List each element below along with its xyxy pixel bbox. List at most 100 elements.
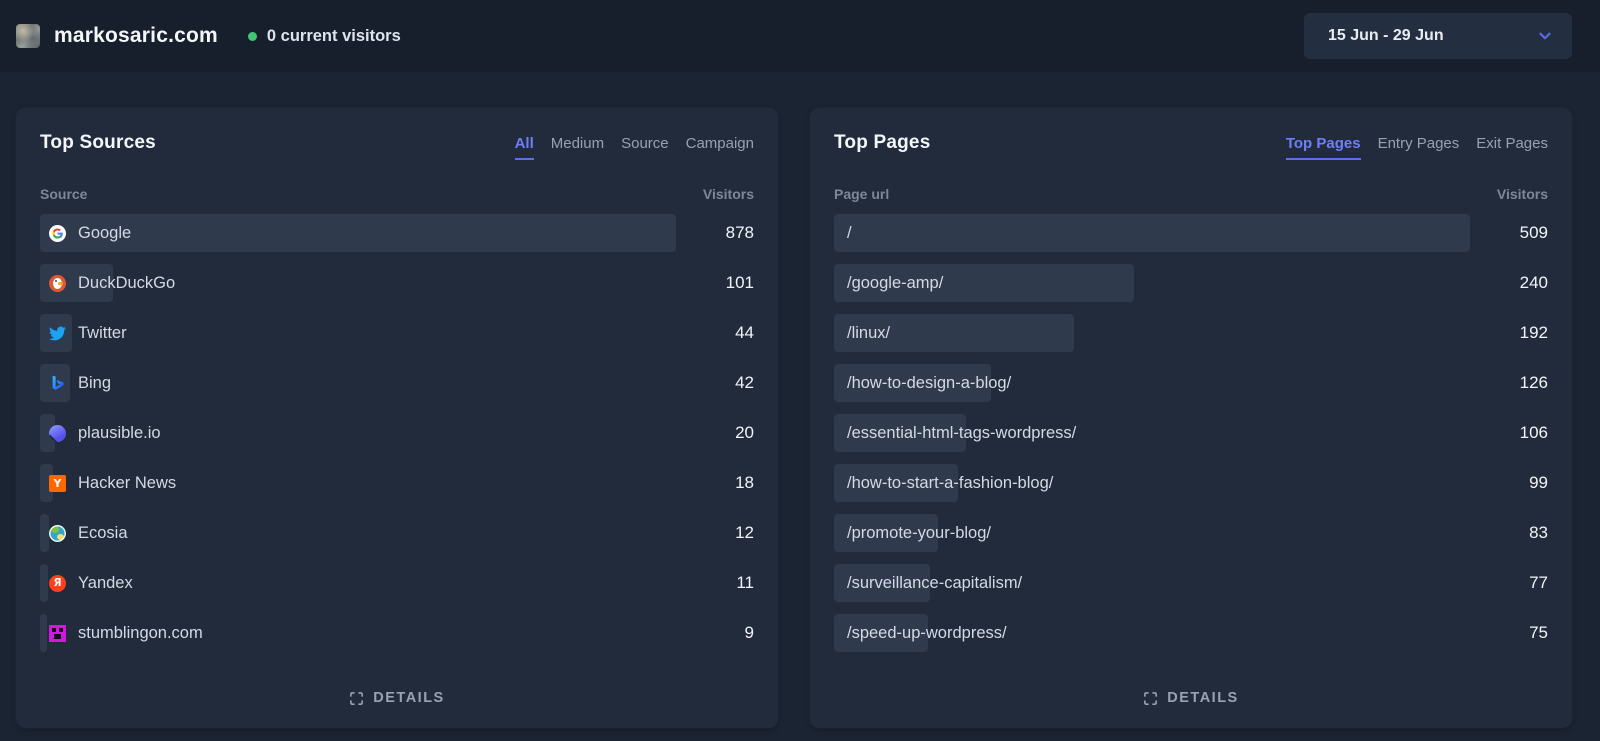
current-visitors-label: 0 current visitors (267, 27, 401, 46)
row-visitors-value: 106 (1520, 423, 1548, 443)
page-row[interactable]: /essential-html-tags-wordpress/106 (834, 414, 1548, 452)
row-label: plausible.io (40, 424, 161, 443)
tab-exit-pages[interactable]: Exit Pages (1476, 135, 1548, 160)
row-visitors-value: 99 (1529, 473, 1548, 493)
yandex-favicon: Я (49, 575, 66, 592)
hackernews-favicon: Y (49, 475, 66, 492)
row-label: Ecosia (40, 524, 128, 543)
live-status-dot-icon (248, 32, 257, 41)
row-visitors-value: 878 (726, 223, 754, 243)
page-row[interactable]: /promote-your-blog/83 (834, 514, 1548, 552)
sources-column-headers: Source Visitors (40, 186, 754, 202)
google-favicon (49, 225, 66, 242)
twitter-favicon (49, 325, 66, 342)
row-label: / (834, 224, 852, 243)
page-row[interactable]: /linux/192 (834, 314, 1548, 352)
row-label: Google (40, 224, 131, 243)
bing-favicon (49, 375, 66, 392)
dashboard-main: Top Sources All Medium Source Campaign S… (0, 72, 1600, 728)
row-visitors-value: 18 (735, 473, 754, 493)
source-row[interactable]: Twitter 44 (40, 314, 754, 352)
row-visitors-value: 77 (1529, 573, 1548, 593)
current-visitors-link[interactable]: 0 current visitors (248, 27, 401, 46)
page-row[interactable]: /how-to-design-a-blog/126 (834, 364, 1548, 402)
pages-tabs: Top Pages Entry Pages Exit Pages (1286, 135, 1548, 160)
row-visitors-value: 12 (735, 523, 754, 543)
tab-all[interactable]: All (515, 135, 534, 160)
source-row[interactable]: Google 878 (40, 214, 754, 252)
top-sources-panel: Top Sources All Medium Source Campaign S… (16, 108, 778, 728)
source-row[interactable]: YHacker News18 (40, 464, 754, 502)
row-visitors-value: 11 (736, 573, 754, 593)
chevron-down-icon (1536, 27, 1554, 45)
tab-medium[interactable]: Medium (551, 135, 604, 160)
row-visitors-value: 20 (735, 423, 754, 443)
column-header-visitors: Visitors (1497, 186, 1548, 202)
details-label: DETAILS (373, 690, 444, 706)
top-bar: markosaric.com 0 current visitors 15 Jun… (0, 0, 1600, 72)
ecosia-favicon (49, 525, 66, 542)
row-label: Bing (40, 374, 111, 393)
site-switcher[interactable]: markosaric.com (16, 24, 218, 48)
column-header-source: Source (40, 186, 87, 202)
page-row[interactable]: / 509 (834, 214, 1548, 252)
expand-icon (349, 691, 364, 706)
top-pages-header: Top Pages Top Pages Entry Pages Exit Pag… (834, 132, 1548, 160)
page-row[interactable]: /how-to-start-a-fashion-blog/99 (834, 464, 1548, 502)
source-row[interactable]: ЯYandex 11 (40, 564, 754, 602)
row-visitors-value: 44 (735, 323, 754, 343)
site-name: markosaric.com (54, 24, 218, 48)
row-label: /surveillance-capitalism/ (834, 574, 1022, 593)
column-header-page-url: Page url (834, 186, 889, 202)
page-row[interactable]: /surveillance-capitalism/77 (834, 564, 1548, 602)
details-label: DETAILS (1167, 690, 1238, 706)
page-row[interactable]: /speed-up-wordpress/75 (834, 614, 1548, 652)
sources-details-button[interactable]: DETAILS (40, 678, 754, 712)
pages-details-button[interactable]: DETAILS (834, 678, 1548, 712)
top-pages-panel: Top Pages Top Pages Entry Pages Exit Pag… (810, 108, 1572, 728)
row-label: /essential-html-tags-wordpress/ (834, 424, 1076, 443)
date-range-picker[interactable]: 15 Jun - 29 Jun (1304, 13, 1572, 59)
row-label: Twitter (40, 324, 127, 343)
date-range-label: 15 Jun - 29 Jun (1328, 27, 1444, 45)
source-row[interactable]: DuckDuckGo 101 (40, 264, 754, 302)
row-visitors-value: 75 (1529, 623, 1548, 643)
plausible-favicon (49, 425, 66, 442)
tab-campaign[interactable]: Campaign (686, 135, 754, 160)
tab-entry-pages[interactable]: Entry Pages (1378, 135, 1460, 160)
panel-title: Top Sources (40, 132, 156, 154)
sources-tabs: All Medium Source Campaign (515, 135, 754, 160)
row-visitors-value: 126 (1520, 373, 1548, 393)
stumblingon-favicon (49, 625, 66, 642)
row-label: /linux/ (834, 324, 890, 343)
row-label: DuckDuckGo (40, 274, 175, 293)
tab-top-pages[interactable]: Top Pages (1286, 135, 1361, 160)
row-label: /how-to-design-a-blog/ (834, 374, 1011, 393)
source-row[interactable]: stumblingon.com 9 (40, 614, 754, 652)
panel-title: Top Pages (834, 132, 930, 154)
duckduckgo-favicon (49, 275, 66, 292)
expand-icon (1143, 691, 1158, 706)
row-visitors-value: 9 (745, 623, 754, 643)
row-label: /promote-your-blog/ (834, 524, 991, 543)
source-row[interactable]: Bing 42 (40, 364, 754, 402)
source-row[interactable]: plausible.io 20 (40, 414, 754, 452)
column-header-visitors: Visitors (703, 186, 754, 202)
top-sources-header: Top Sources All Medium Source Campaign (40, 132, 754, 160)
row-label: ЯYandex (40, 574, 133, 593)
page-row[interactable]: /google-amp/240 (834, 264, 1548, 302)
row-label: /how-to-start-a-fashion-blog/ (834, 474, 1053, 493)
row-visitors-value: 101 (726, 273, 754, 293)
row-visitors-value: 42 (735, 373, 754, 393)
source-row[interactable]: Ecosia 12 (40, 514, 754, 552)
row-bar (834, 214, 1470, 252)
row-label: /google-amp/ (834, 274, 943, 293)
row-label: stumblingon.com (40, 624, 203, 643)
site-favicon-icon (16, 24, 40, 48)
row-visitors-value: 509 (1520, 223, 1548, 243)
pages-column-headers: Page url Visitors (834, 186, 1548, 202)
sources-row-list: Google 878 DuckDuckGo 101 Twitter 44 Bing 42 p… (40, 214, 754, 652)
row-visitors-value: 83 (1529, 523, 1548, 543)
row-label: /speed-up-wordpress/ (834, 624, 1007, 643)
tab-source[interactable]: Source (621, 135, 669, 160)
